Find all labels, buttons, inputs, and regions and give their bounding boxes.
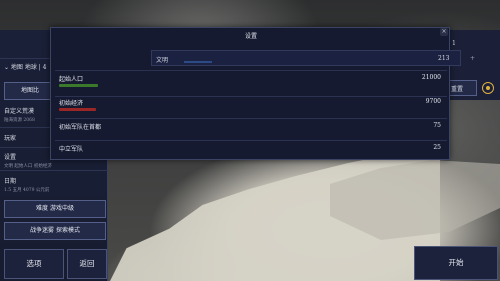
date-label: 日期 [4, 178, 17, 185]
starting-population-bar [59, 84, 98, 87]
civilization-label: 文明 [156, 57, 169, 64]
neutral-army-row[interactable]: 中立军队 25 [55, 144, 445, 158]
settings-dialog: 设置 × 文明 213 + 起始人口 21000 初始经济 9700 初始军队在… [50, 27, 475, 160]
starting-economy-row[interactable]: 初始经济 9700 [55, 98, 445, 118]
sidebar-divider [0, 170, 108, 171]
capital-army-row[interactable]: 初始军队在首都 75 [55, 122, 445, 140]
capital-army-label: 初始军队在首都 [59, 124, 102, 131]
map-size-button[interactable]: 地图比 [4, 82, 56, 100]
settings-sub: 文明 起始人口 初始经济 [4, 164, 52, 169]
neutral-army-label: 中立军队 [59, 146, 84, 153]
start-button[interactable]: 开始 [414, 246, 498, 280]
custom-scenario-title: 自定义荒漠 [4, 108, 35, 115]
civilization-slider[interactable]: 文明 213 + [151, 50, 475, 66]
date-sub: 1.5 五月 4079 公元前 [4, 188, 50, 193]
options-button[interactable]: 选项 [4, 249, 64, 279]
civilization-value: 213 [438, 55, 450, 62]
plus-icon[interactable]: + [470, 55, 475, 62]
reset-label: 重置 [451, 86, 464, 93]
difficulty-button[interactable]: 难度 游戏中级 [4, 200, 106, 218]
date-section[interactable]: 日期 1.5 五月 4079 公元前 [4, 176, 112, 193]
dialog-divider [55, 70, 447, 71]
dialog-title: 设置 [244, 33, 257, 40]
starting-population-value: 21000 [421, 74, 441, 81]
settings-label: 设置 [4, 154, 17, 161]
dialog-divider [55, 118, 447, 119]
right-count: 1 [452, 40, 456, 47]
dialog-divider [55, 96, 447, 97]
starting-economy-label: 初始经济 [59, 100, 84, 107]
neutral-army-value: 25 [433, 144, 441, 151]
fog-of-war-button[interactable]: 战争迷雾 探索模式 [4, 222, 106, 240]
capital-army-value: 75 [433, 122, 441, 129]
starting-economy-value: 9700 [425, 98, 441, 105]
dialog-divider [55, 140, 447, 141]
starting-population-row[interactable]: 起始人口 21000 [55, 74, 445, 94]
back-button[interactable]: 返回 [67, 249, 107, 279]
target-icon[interactable] [482, 82, 494, 94]
civilization-bar [184, 61, 212, 63]
starting-population-label: 起始人口 [59, 76, 84, 83]
close-icon[interactable]: × [440, 28, 448, 36]
starting-economy-bar [59, 108, 96, 111]
